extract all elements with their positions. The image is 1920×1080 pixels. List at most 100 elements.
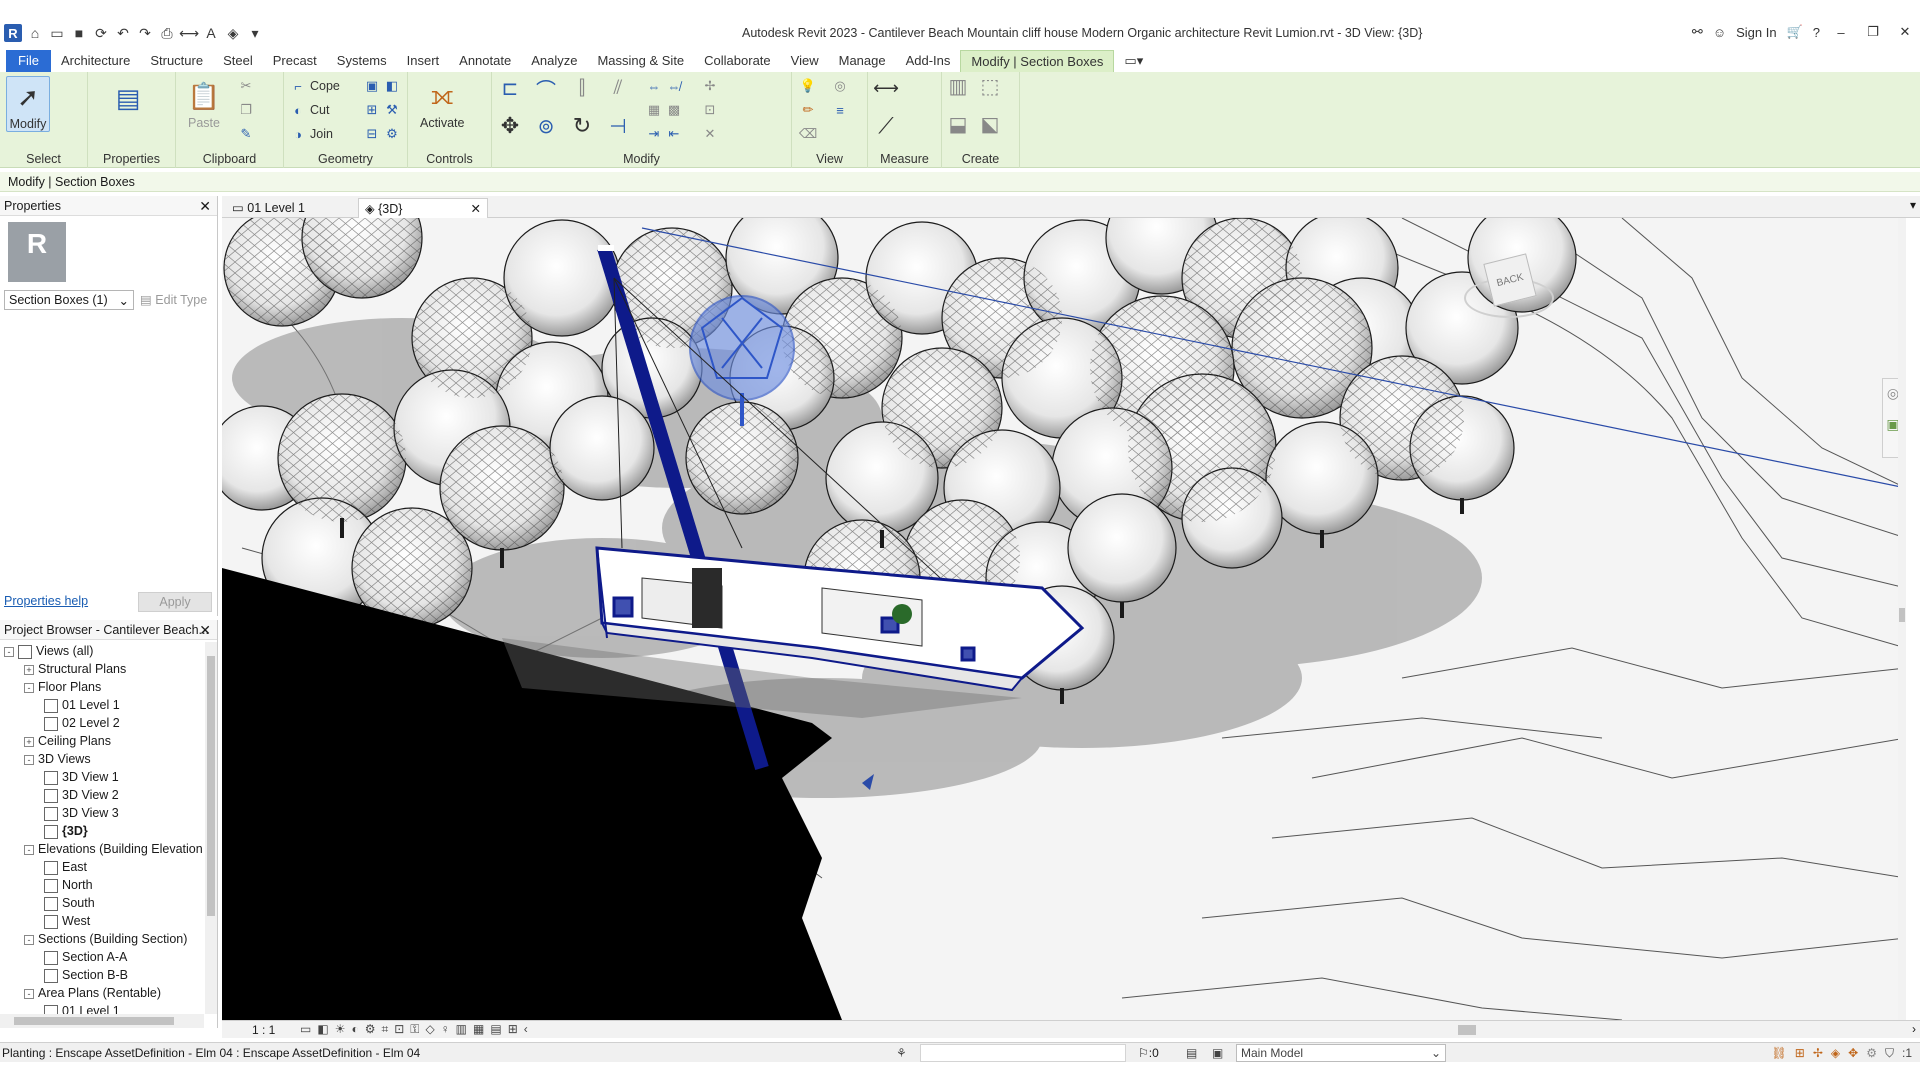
- select-label[interactable]: Select: [0, 152, 87, 166]
- cope-button[interactable]: ⌐ Cope: [290, 78, 340, 94]
- browser-view-item[interactable]: Section A-A: [0, 948, 204, 966]
- 3d-view-icon[interactable]: ◈: [224, 24, 242, 42]
- detail-level-icon[interactable]: ▭: [300, 1022, 311, 1037]
- move-button[interactable]: ✥: [501, 113, 519, 138]
- collapse-icon[interactable]: -: [24, 988, 34, 999]
- tab-annotate[interactable]: Annotate: [449, 50, 521, 72]
- editable-count[interactable]: ⚐:0: [1138, 1043, 1159, 1063]
- save-icon[interactable]: ■: [70, 24, 88, 42]
- browser-view-item[interactable]: 3D View 3: [0, 804, 204, 822]
- tab-architecture[interactable]: Architecture: [51, 50, 140, 72]
- crop-view-icon[interactable]: ⌗: [381, 1022, 388, 1037]
- scroll-right-icon[interactable]: ›: [1912, 1022, 1916, 1036]
- browser-folder-item[interactable]: -3D Views: [0, 750, 204, 768]
- browser-view-item[interactable]: 01 Level 1: [0, 696, 204, 714]
- redo-icon[interactable]: ↷: [136, 24, 154, 42]
- model-icon[interactable]: ▣: [1212, 1043, 1223, 1063]
- browser-view-item[interactable]: 3D View 1: [0, 768, 204, 786]
- revit-logo[interactable]: R: [4, 24, 22, 42]
- hide-button[interactable]: 💡: [800, 78, 816, 94]
- select-underlay-icon[interactable]: ⊞: [1795, 1043, 1805, 1063]
- geometry-tool-3[interactable]: ⊟ ⚙: [364, 126, 400, 142]
- browser-vertical-scrollbar[interactable]: [205, 642, 217, 1014]
- scrollbar-thumb[interactable]: [14, 1017, 174, 1025]
- browser-view-item[interactable]: North: [0, 876, 204, 894]
- create-parts-button[interactable]: ⬚: [981, 76, 1000, 98]
- type-selector[interactable]: Section Boxes (1) ⌄: [4, 290, 134, 310]
- browser-folder-item[interactable]: - Elevations (Building Elevation: [0, 840, 204, 858]
- customize-dropdown-icon[interactable]: ▾: [246, 24, 264, 42]
- render-icon[interactable]: ⚙: [365, 1022, 376, 1037]
- trim-button[interactable]: ⊣: [609, 116, 626, 138]
- sun-path-icon[interactable]: ☀: [335, 1022, 346, 1037]
- open-icon[interactable]: ▭: [48, 24, 66, 42]
- text-icon[interactable]: A: [202, 24, 220, 42]
- browser-folder-item[interactable]: - Floor Plans: [0, 678, 204, 696]
- paste-button[interactable]: 📋 Paste: [184, 76, 224, 131]
- match-properties-button[interactable]: ✎: [238, 126, 254, 142]
- view-tool-button[interactable]: ⌫: [799, 126, 817, 142]
- tab-file[interactable]: File: [6, 50, 51, 72]
- collapse-icon[interactable]: -: [24, 934, 34, 945]
- browser-view-item[interactable]: East: [0, 858, 204, 876]
- close-window-button[interactable]: ✕: [1894, 24, 1916, 40]
- browser-folder-item[interactable]: + Ceiling Plans: [0, 732, 204, 750]
- sign-in-link[interactable]: Sign In: [1736, 25, 1776, 40]
- cut-clipboard-button[interactable]: ✂: [238, 78, 254, 94]
- viewport-vertical-scrollbar[interactable]: [1898, 218, 1906, 1020]
- tab-modify-section-boxes[interactable]: Modify | Section Boxes: [960, 50, 1115, 72]
- filter-icon[interactable]: ⛉: [1885, 1043, 1894, 1063]
- drag-elements-icon[interactable]: ✥: [1848, 1043, 1858, 1063]
- browser-view-item[interactable]: South: [0, 894, 204, 912]
- shadows-icon[interactable]: ◐: [351, 1022, 358, 1037]
- expand-icon[interactable]: +: [24, 664, 34, 675]
- measure-icon[interactable]: ⟷: [179, 24, 199, 42]
- worksets-icon[interactable]: ⚘: [896, 1043, 907, 1063]
- design-option-selector[interactable]: Main Model ⌄: [1236, 1044, 1446, 1062]
- geometry-tool-1[interactable]: ▣ ◧: [364, 78, 400, 94]
- show-crop-icon[interactable]: ⊡: [394, 1022, 404, 1037]
- tab-structure[interactable]: Structure: [140, 50, 213, 72]
- background-processes-icon[interactable]: ⚙: [1866, 1043, 1877, 1063]
- edit-type-button[interactable]: ▤ Edit Type: [140, 292, 207, 307]
- tab-analyze[interactable]: Analyze: [521, 50, 587, 72]
- tab-precast[interactable]: Precast: [263, 50, 327, 72]
- apply-button[interactable]: Apply: [138, 592, 212, 612]
- collapse-icon[interactable]: -: [4, 646, 14, 657]
- browser-view-item[interactable]: {3D}: [0, 822, 204, 840]
- collapse-icon[interactable]: -: [24, 754, 34, 765]
- temporary-hide-icon[interactable]: ◇: [425, 1022, 434, 1037]
- view-scale[interactable]: 1 : 1: [252, 1023, 275, 1037]
- override-button[interactable]: ◎: [832, 78, 848, 94]
- minimize-button[interactable]: –: [1830, 25, 1852, 40]
- design-options-icon[interactable]: ▤: [1186, 1043, 1197, 1063]
- browser-folder-item[interactable]: - Views (all): [0, 642, 204, 660]
- 3d-scene[interactable]: [222, 218, 1906, 1020]
- mirror-draw-button[interactable]: ⫽: [610, 77, 626, 99]
- tab-manage[interactable]: Manage: [829, 50, 896, 72]
- cut-geometry-button[interactable]: ◐ Cut: [290, 102, 329, 118]
- close-icon[interactable]: ✕: [199, 196, 211, 216]
- align-button[interactable]: ⊏: [502, 78, 519, 100]
- browser-horizontal-scrollbar[interactable]: [0, 1014, 204, 1028]
- dimension-button[interactable]: ⟋: [878, 113, 894, 138]
- offset-button[interactable]: ⌒: [536, 80, 556, 102]
- create-group-button[interactable]: ⬓: [949, 114, 968, 136]
- delete-button[interactable]: ✕: [702, 126, 718, 142]
- tab-collaborate[interactable]: Collaborate: [694, 50, 781, 72]
- browser-view-item[interactable]: West: [0, 912, 204, 930]
- scrollbar-thumb[interactable]: [1458, 1025, 1476, 1035]
- tab-massing-site[interactable]: Massing & Site: [587, 50, 694, 72]
- reveal-hidden-icon[interactable]: ♀: [441, 1022, 450, 1037]
- split-button[interactable]: ⇔ ⇎: [646, 78, 682, 94]
- rotate-button[interactable]: ↻: [573, 113, 591, 138]
- mirror-axis-button[interactable]: ⫿: [574, 77, 590, 99]
- tab-add-ins[interactable]: Add-Ins: [896, 50, 961, 72]
- scrollbar-thumb[interactable]: [1899, 608, 1905, 622]
- copy-modify-button[interactable]: ⊚: [538, 116, 555, 138]
- create-assembly-button[interactable]: ▥: [949, 76, 968, 98]
- scroll-left-icon[interactable]: ‹: [524, 1022, 528, 1037]
- collapse-icon[interactable]: -: [24, 844, 34, 855]
- 3d-viewport[interactable]: BACK ◎ ▣: [222, 218, 1906, 1020]
- close-icon[interactable]: ✕: [199, 620, 211, 640]
